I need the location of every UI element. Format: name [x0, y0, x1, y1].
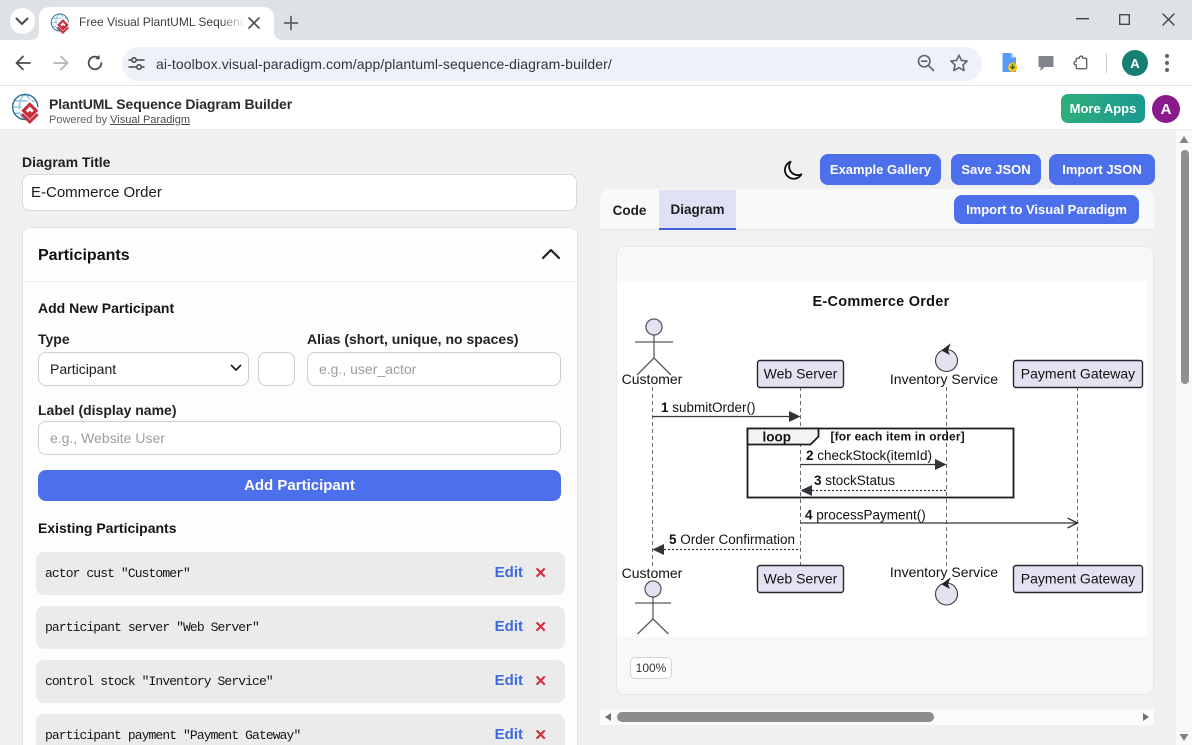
svg-text:Inventory Service: Inventory Service [890, 371, 998, 387]
svg-text:E-Commerce Order: E-Commerce Order [813, 294, 950, 310]
svg-text:Web Server: Web Server [764, 571, 838, 587]
svg-text:Payment Gateway: Payment Gateway [1021, 571, 1135, 587]
svg-text:2 checkStock(itemId): 2 checkStock(itemId) [806, 448, 932, 463]
svg-text:Web Server: Web Server [764, 366, 838, 382]
svg-text:Inventory Service: Inventory Service [890, 564, 998, 580]
svg-text:Payment Gateway: Payment Gateway [1021, 366, 1135, 382]
svg-text:5 Order Confirmation: 5 Order Confirmation [669, 532, 795, 547]
svg-text:[for each item in order]: [for each item in order] [831, 430, 965, 444]
svg-text:1 submitOrder(): 1 submitOrder() [661, 400, 756, 415]
svg-text:Customer: Customer [622, 565, 683, 581]
svg-text:loop: loop [763, 430, 792, 445]
svg-text:Customer: Customer [622, 371, 683, 387]
svg-text:3 stockStatus: 3 stockStatus [814, 473, 895, 488]
svg-text:4 processPayment(): 4 processPayment() [805, 508, 926, 523]
